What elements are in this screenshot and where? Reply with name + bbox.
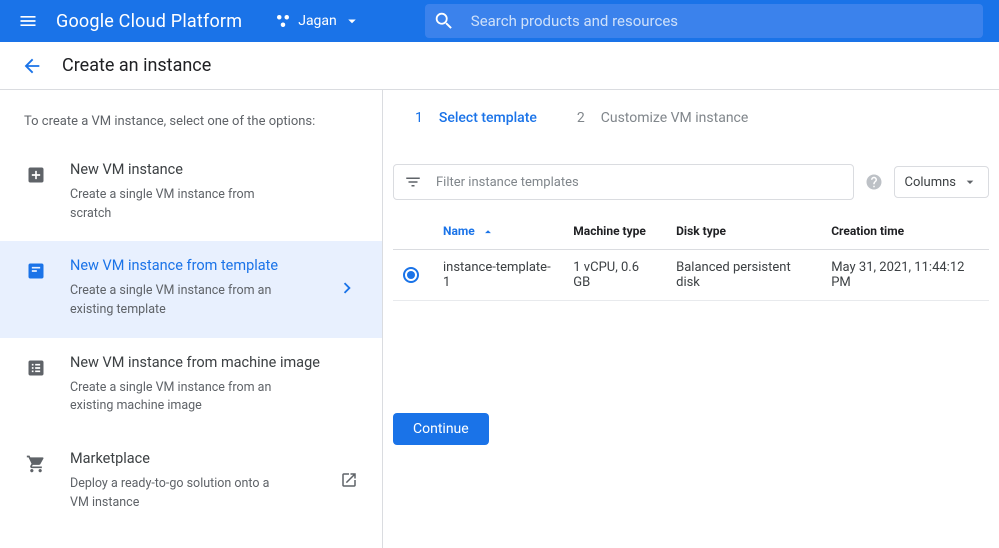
option-desc: Deploy a ready-to-go solution onto a VM … [70, 475, 280, 513]
cell-disk-type: Balanced persistent disk [666, 249, 821, 300]
templates-table: Name Machine type Disk type Creation tim… [393, 216, 989, 301]
table-header-machine-type[interactable]: Machine type [563, 216, 666, 249]
columns-label: Columns [905, 175, 957, 190]
cell-machine-type: 1 vCPU, 0.6 GB [563, 249, 666, 300]
machine-image-icon [24, 356, 48, 380]
step-number: 1 [415, 110, 423, 126]
dropdown-icon [962, 174, 978, 190]
page-title: Create an instance [62, 55, 211, 76]
step-customize-vm[interactable]: 2 Customize VM instance [577, 110, 748, 126]
hamburger-menu-button[interactable] [8, 1, 48, 41]
search-container [425, 4, 983, 38]
table-header-name[interactable]: Name [433, 216, 563, 249]
stepper: 1 Select template 2 Customize VM instanc… [383, 90, 999, 138]
brand-logo: Google Cloud Platform [56, 11, 242, 32]
table-row[interactable]: instance-template-1 1 vCPU, 0.6 GB Balan… [393, 249, 989, 300]
step-number: 2 [577, 110, 585, 126]
filter-row: Columns [383, 138, 999, 212]
cell-name: instance-template-1 [433, 249, 563, 300]
option-title: New VM instance from machine image [70, 354, 358, 373]
external-link-icon [340, 471, 358, 493]
option-desc: Create a single VM instance from an exis… [70, 282, 280, 320]
table-header-creation-time[interactable]: Creation time [821, 216, 989, 249]
chevron-right-icon [336, 277, 358, 303]
option-desc: Create a single VM instance from scratch [70, 186, 280, 224]
back-button[interactable] [16, 50, 48, 82]
option-from-machine-image[interactable]: New VM instance from machine image Creat… [0, 338, 382, 434]
top-bar: Google Cloud Platform Jagan [0, 0, 999, 42]
project-name: Jagan [298, 13, 337, 29]
step-label: Customize VM instance [601, 110, 749, 126]
help-icon[interactable] [864, 172, 884, 192]
marketplace-icon [24, 452, 48, 476]
search-input[interactable] [471, 12, 975, 30]
table-header-disk-type[interactable]: Disk type [666, 216, 821, 249]
option-desc: Create a single VM instance from an exis… [70, 379, 280, 417]
sidebar-intro: To create a VM instance, select one of t… [0, 90, 382, 145]
table-header-select [393, 216, 433, 249]
step-label: Select template [439, 110, 537, 126]
option-from-template[interactable]: New VM instance from template Create a s… [0, 241, 382, 337]
sort-asc-icon [481, 225, 495, 239]
option-title: New VM instance [70, 161, 358, 180]
sidebar: To create a VM instance, select one of t… [0, 90, 383, 548]
search-icon [433, 10, 455, 32]
columns-button[interactable]: Columns [894, 166, 990, 198]
option-new-vm[interactable]: New VM instance Create a single VM insta… [0, 145, 382, 241]
hamburger-icon [18, 11, 38, 31]
option-marketplace[interactable]: Marketplace Deploy a ready-to-go solutio… [0, 434, 382, 530]
search-box[interactable] [425, 4, 983, 38]
filter-input[interactable] [436, 175, 843, 190]
option-title: New VM instance from template [70, 257, 358, 276]
step-select-template[interactable]: 1 Select template [415, 110, 537, 126]
plus-box-icon [24, 163, 48, 187]
back-arrow-icon [21, 55, 43, 77]
main-layout: To create a VM instance, select one of t… [0, 90, 999, 548]
filter-box[interactable] [393, 164, 854, 200]
dropdown-icon [343, 12, 361, 30]
template-icon [24, 259, 48, 283]
radio-selected[interactable] [403, 267, 419, 283]
continue-button[interactable]: Continue [393, 413, 489, 445]
project-icon [274, 12, 292, 30]
filter-icon [404, 173, 422, 191]
project-selector[interactable]: Jagan [266, 8, 369, 34]
content-area: 1 Select template 2 Customize VM instanc… [383, 90, 999, 548]
title-bar: Create an instance [0, 42, 999, 90]
option-title: Marketplace [70, 450, 358, 469]
cell-creation-time: May 31, 2021, 11:44:12 PM [821, 249, 989, 300]
